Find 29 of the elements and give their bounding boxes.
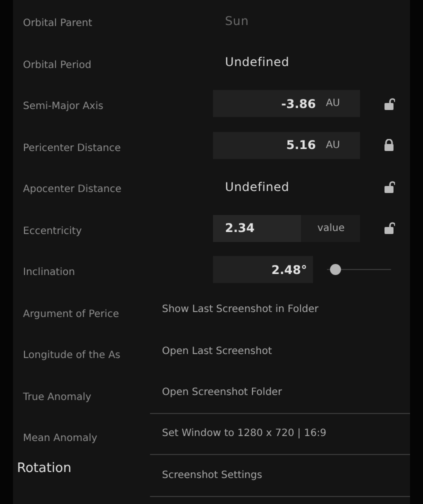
menu-item[interactable]: Screenshot Settings bbox=[150, 455, 410, 496]
property-value: Undefined bbox=[224, 180, 290, 194]
unlock-icon[interactable] bbox=[383, 180, 395, 193]
property-label: Orbital Period bbox=[23, 60, 92, 71]
unlock-icon[interactable] bbox=[383, 222, 395, 234]
property-value: Sun bbox=[224, 14, 250, 28]
property-label: Argument of Perice bbox=[23, 308, 119, 320]
menu-item[interactable]: Open Screenshot Folder bbox=[150, 372, 410, 414]
menu-item[interactable]: Set Window to 1280 x 720 | 16:9 bbox=[150, 414, 410, 455]
section-heading: Rotation bbox=[17, 460, 72, 476]
lock-icon[interactable] bbox=[383, 139, 395, 152]
property-label: Eccentricity bbox=[23, 226, 82, 237]
number-field[interactable]: 2.34 value bbox=[213, 214, 360, 242]
number-field[interactable]: -3.86 AU bbox=[213, 90, 360, 118]
property-label: Mean Anomaly bbox=[23, 433, 98, 444]
property-label: Semi-Major Axis bbox=[23, 101, 104, 112]
property-label: Longitude of the As bbox=[23, 350, 120, 362]
unlock-icon[interactable] bbox=[383, 98, 395, 110]
property-label: Apocenter Distance bbox=[23, 184, 122, 196]
number-field[interactable]: 5.16 AU bbox=[213, 132, 360, 159]
property-label: Pericenter Distance bbox=[23, 142, 121, 154]
menu-item[interactable]: Show Last Screenshot in Folder bbox=[150, 289, 410, 330]
property-label: Inclination bbox=[23, 267, 75, 278]
property-value: Undefined bbox=[224, 55, 290, 70]
number-field[interactable]: 2.48° bbox=[213, 256, 313, 284]
property-label: True Anomaly bbox=[23, 392, 92, 403]
menu-item[interactable]: Open Last Screenshot bbox=[150, 330, 410, 372]
property-label: Orbital Parent bbox=[23, 18, 92, 30]
slider[interactable] bbox=[327, 264, 391, 276]
